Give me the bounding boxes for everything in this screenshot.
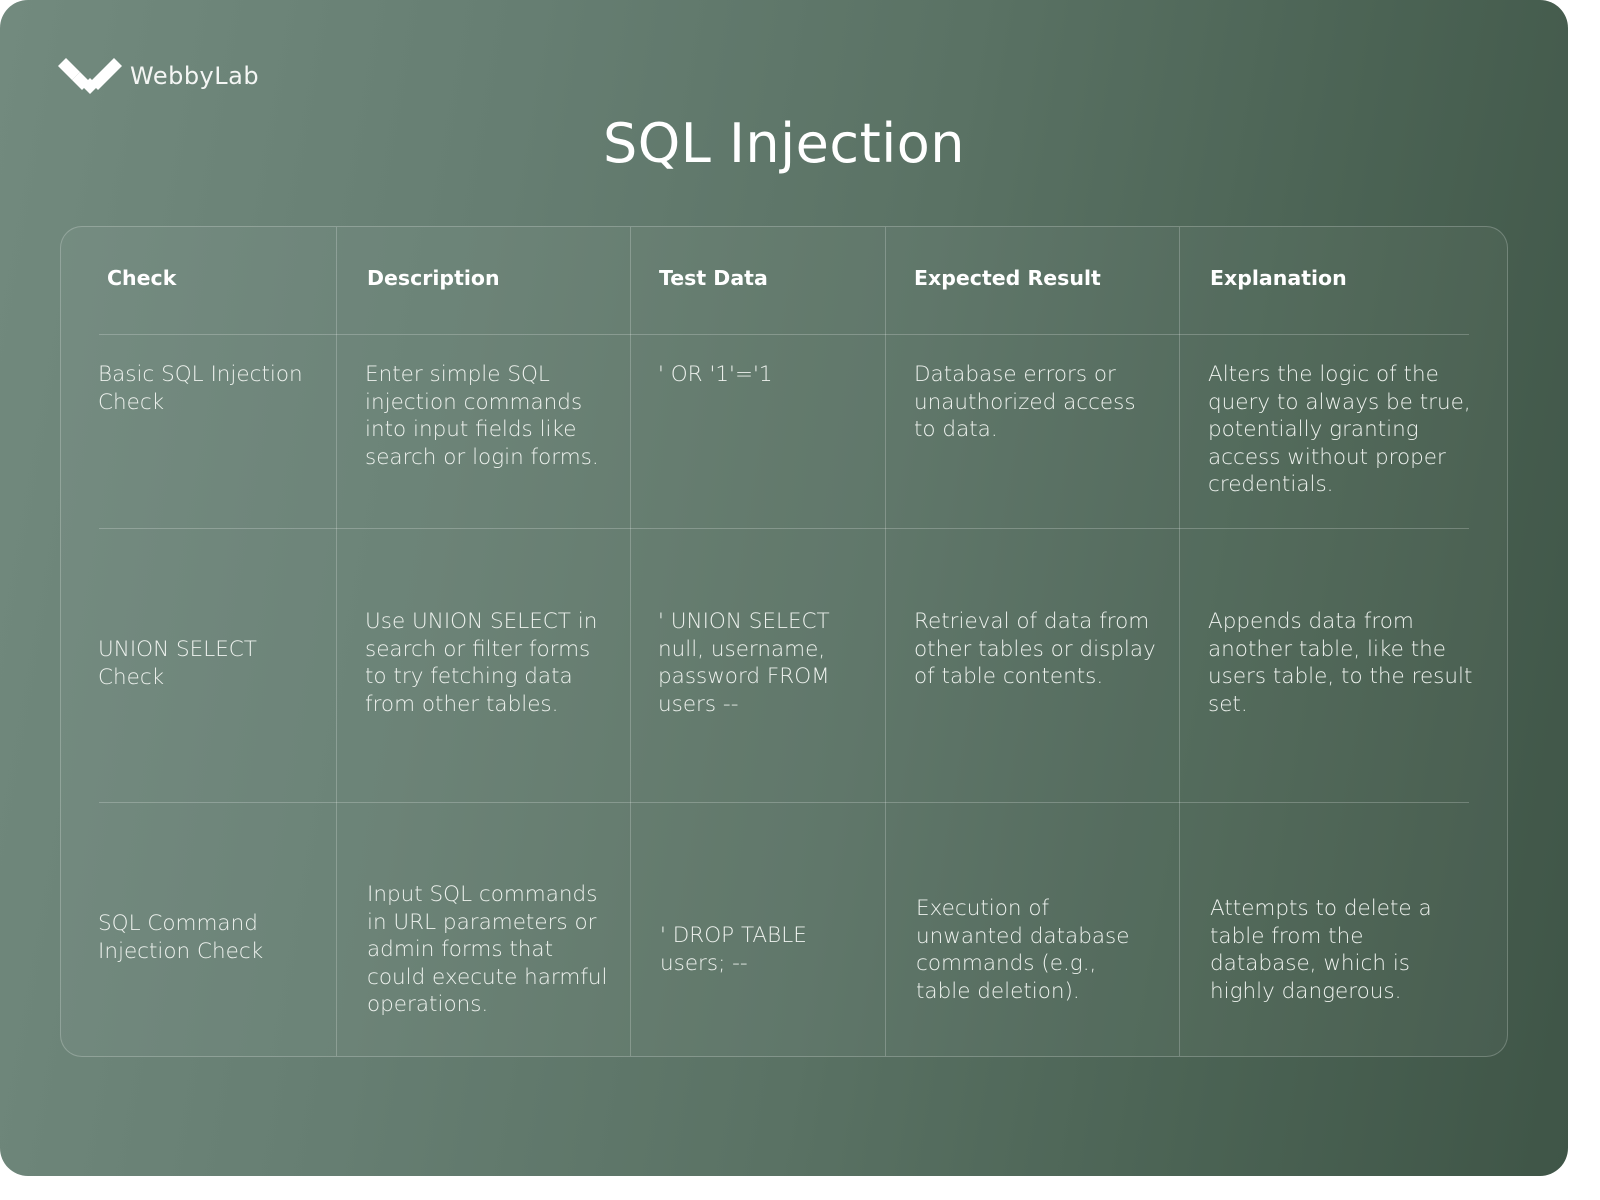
header-expected-result: Expected Result <box>914 266 1101 290</box>
row3-check: SQL Command Injection Check <box>98 911 264 964</box>
row-divider <box>99 802 1469 803</box>
row1-description: Enter simple SQL injection commands into… <box>365 362 599 470</box>
column-divider <box>336 227 337 1056</box>
page-title: SQL Injection <box>602 112 966 175</box>
row3-test-data: ' DROP TABLE users; -- <box>660 923 807 976</box>
webbylab-logo-icon <box>58 58 122 94</box>
row2-expected-result: Retrieval of data from other tables or d… <box>914 609 1156 689</box>
column-divider <box>1179 227 1180 1056</box>
row1-check: Basic SQL Injection Check <box>98 362 303 415</box>
header-explanation: Explanation <box>1210 266 1347 290</box>
column-divider <box>885 227 886 1056</box>
brand-name: WebbyLab <box>130 62 260 90</box>
header-description: Description <box>367 266 500 290</box>
checks-table: Check Description Test Data Expected Res… <box>60 226 1508 1057</box>
row2-check: UNION SELECT Check <box>98 637 257 690</box>
row2-explanation: Appends data from another table, like th… <box>1208 609 1473 717</box>
row2-description: Use UNION SELECT in search or filter for… <box>365 609 598 717</box>
row1-test-data: ' OR '1'='1 <box>658 362 773 387</box>
header-check: Check <box>107 266 177 290</box>
row-divider <box>99 528 1469 529</box>
header-test-data: Test Data <box>659 266 768 290</box>
row2-test-data: ' UNION SELECT null, username, password … <box>658 609 830 717</box>
row3-expected-result: Execution of unwanted database commands … <box>916 896 1130 1004</box>
row1-explanation: Alters the logic of the query to always … <box>1208 362 1471 497</box>
row-divider <box>99 334 1469 335</box>
row3-description: Input SQL commands in URL parameters or … <box>367 882 608 1017</box>
brand-logo: WebbyLab <box>58 56 259 96</box>
infographic-card: WebbyLab SQL Injection Check Description… <box>0 0 1568 1176</box>
column-divider <box>630 227 631 1056</box>
row3-explanation: Attempts to delete a table from the data… <box>1210 896 1432 1004</box>
row1-expected-result: Database errors or unauthorized access t… <box>914 362 1136 442</box>
